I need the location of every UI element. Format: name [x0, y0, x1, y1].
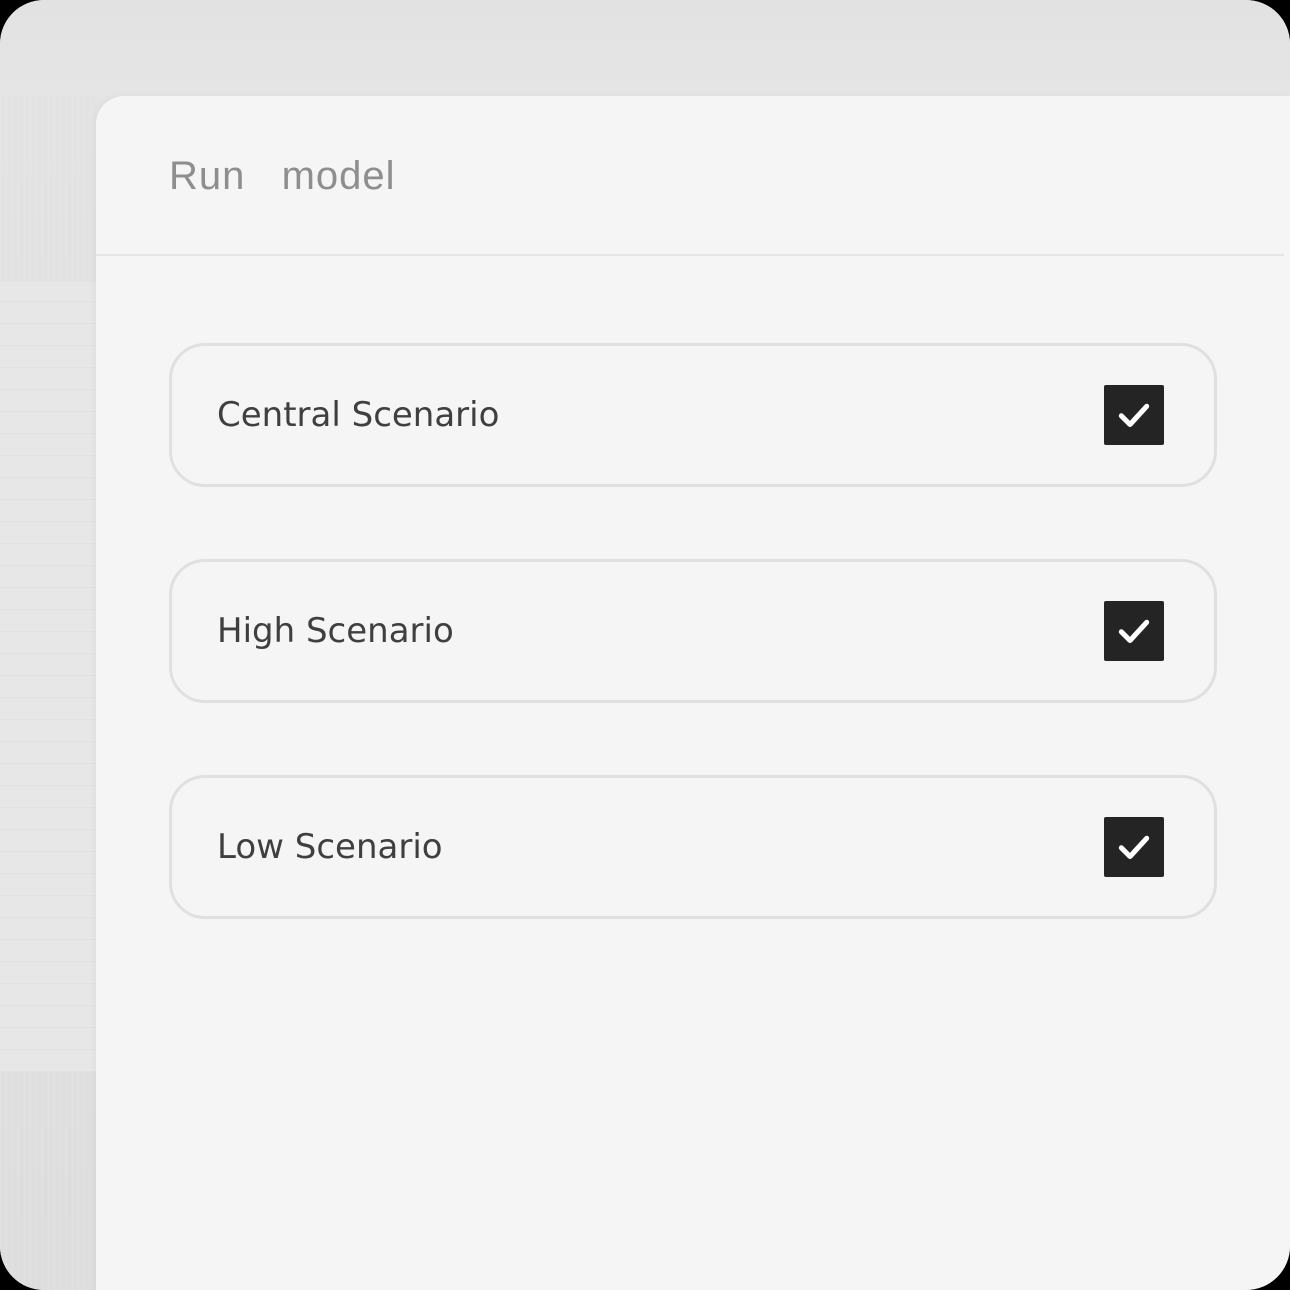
run-model-panel: Run model Central Scenario High Scenario [96, 96, 1290, 1290]
background-window-table [0, 282, 96, 1072]
scenario-label: Low Scenario [217, 827, 443, 867]
checkmark-icon [1118, 835, 1150, 860]
scenario-option-high[interactable]: High Scenario [169, 559, 1217, 703]
scenario-checkbox[interactable] [1104, 601, 1164, 661]
scenario-label: Central Scenario [217, 395, 500, 435]
scenario-option-central[interactable]: Central Scenario [169, 343, 1217, 487]
app-frame: Run model Central Scenario High Scenario [0, 0, 1290, 1290]
scenario-checkbox[interactable] [1104, 385, 1164, 445]
scenario-option-low[interactable]: Low Scenario [169, 775, 1217, 919]
background-window-top [0, 0, 1290, 96]
scenario-label: High Scenario [217, 611, 454, 651]
panel-title: Run model [169, 154, 396, 198]
scenario-list: Central Scenario High Scenario Low Scena… [169, 343, 1217, 991]
scenario-checkbox[interactable] [1104, 817, 1164, 877]
panel-header: Run model [96, 96, 1284, 256]
checkmark-icon [1118, 403, 1150, 428]
checkmark-icon [1118, 619, 1150, 644]
